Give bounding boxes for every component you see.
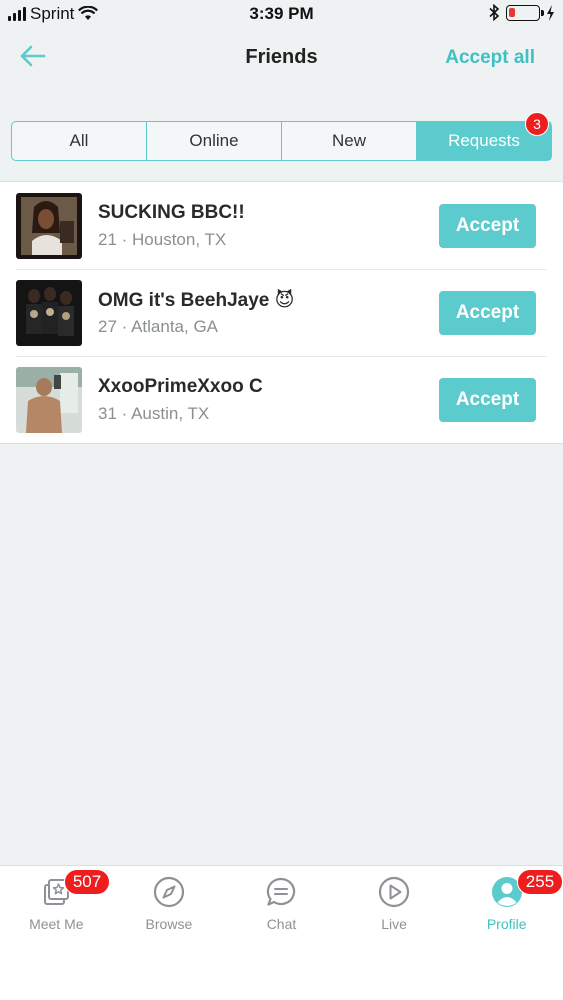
- charging-icon: [547, 4, 554, 21]
- tab-browse-label: Browse: [145, 916, 193, 932]
- chat-icon: [267, 877, 296, 906]
- list-item[interactable]: XxooPrimeXxoo C 31 · Austin, TX Accept: [0, 356, 563, 443]
- tab-live-label: Live: [381, 916, 407, 932]
- friends-filter-tabs: All Online New Requests 3: [11, 112, 552, 161]
- compass-icon: [153, 876, 184, 908]
- accept-button[interactable]: Accept: [439, 378, 536, 422]
- tab-all-label: All: [69, 131, 89, 150]
- battery-icon: [506, 4, 544, 21]
- tab-chat[interactable]: Chat: [225, 866, 338, 1000]
- tab-live[interactable]: Live: [338, 866, 451, 1000]
- tab-profile-label: Profile: [486, 916, 527, 932]
- bottom-tab-bar: Meet Me 507 Browse Chat Live Profile 255: [0, 865, 563, 1000]
- tab-requests-label: Requests: [448, 131, 520, 150]
- list-item[interactable]: SUCKING BBC!! 21 · Houston, TX Accept: [0, 182, 563, 269]
- tab-all[interactable]: All: [12, 122, 147, 160]
- tab-meet-me-label: Meet Me: [29, 916, 84, 932]
- tab-online[interactable]: Online: [147, 122, 282, 160]
- requests-count-badge: 3: [525, 112, 549, 136]
- request-name: OMG it's BeehJaye 😈: [98, 290, 295, 311]
- profile-badge: 255: [516, 869, 563, 895]
- meet-me-badge: 507: [64, 869, 110, 895]
- accept-button[interactable]: Accept: [439, 291, 536, 335]
- request-meta: 27 · Atlanta, GA: [98, 317, 219, 336]
- accept-button[interactable]: Accept: [439, 204, 536, 248]
- bluetooth-icon: [489, 4, 500, 21]
- nav-header: Friends Accept all: [0, 28, 563, 92]
- tab-browse[interactable]: Browse: [113, 866, 226, 1000]
- request-name: SUCKING BBC!!: [98, 202, 245, 223]
- tab-new[interactable]: New: [282, 122, 417, 160]
- tab-new-label: New: [331, 131, 366, 150]
- request-name: XxooPrimeXxoo C: [98, 376, 263, 397]
- avatar[interactable]: [16, 280, 82, 346]
- status-right: [489, 4, 555, 21]
- tab-profile[interactable]: Profile 255: [450, 866, 563, 1000]
- avatar[interactable]: [16, 193, 82, 259]
- status-bar: Sprint 3:39 PM: [0, 0, 563, 28]
- accept-all-button[interactable]: Accept all: [445, 47, 535, 69]
- avatar[interactable]: [16, 367, 82, 433]
- status-time: 3:39 PM: [249, 4, 314, 23]
- tab-meet-me[interactable]: Meet Me 507: [0, 866, 113, 1000]
- tab-requests[interactable]: Requests 3: [417, 112, 551, 160]
- list-item[interactable]: OMG it's BeehJaye 😈 27 · Atlanta, GA Acc…: [0, 269, 563, 356]
- request-meta: 21 · Houston, TX: [98, 230, 227, 249]
- back-button[interactable]: [16, 42, 50, 70]
- arrow-left-icon: [20, 45, 46, 67]
- tab-online-label: Online: [189, 131, 239, 150]
- tab-chat-label: Chat: [266, 916, 297, 932]
- request-meta: 31 · Austin, TX: [98, 404, 210, 423]
- battery-level: [509, 7, 515, 17]
- friend-requests-list: SUCKING BBC!! 21 · Houston, TX Accept OM…: [0, 181, 563, 444]
- play-icon: [378, 876, 410, 908]
